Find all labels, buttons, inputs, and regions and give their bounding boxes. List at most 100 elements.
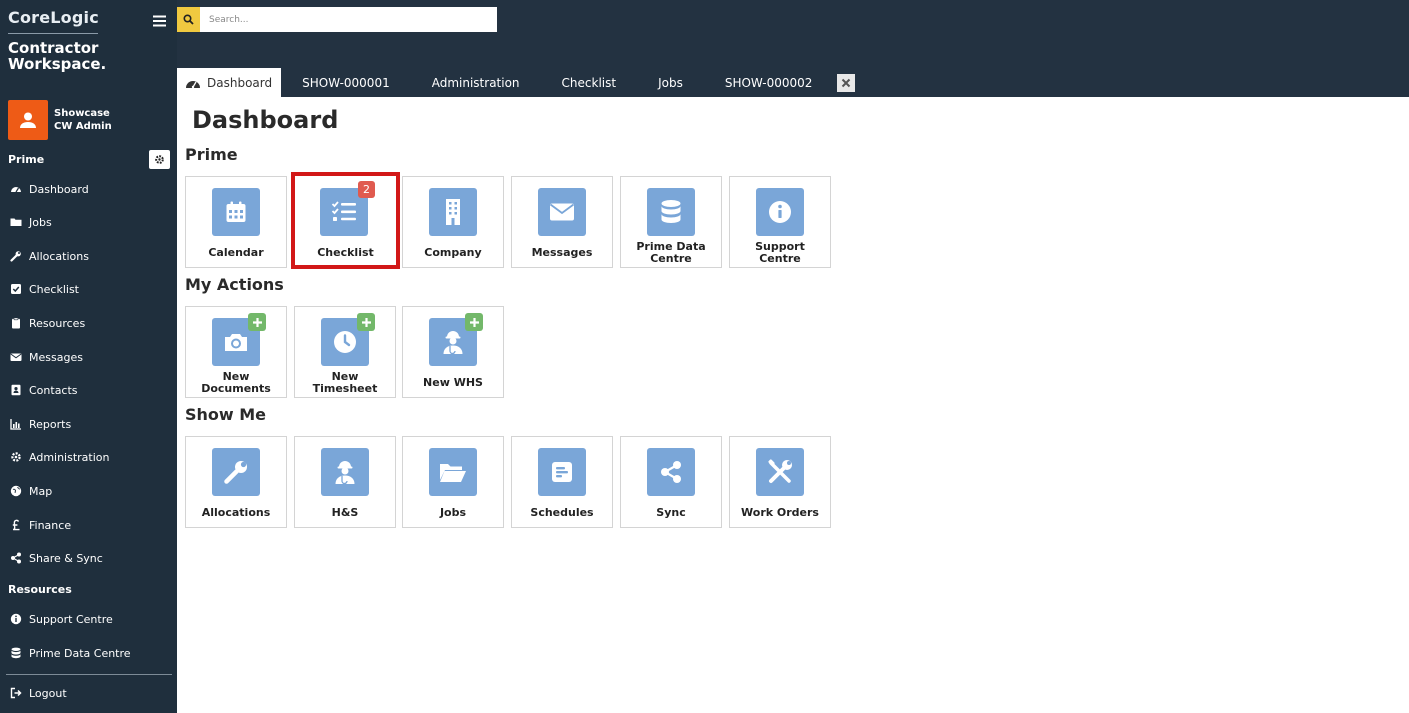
page-title: Dashboard	[192, 106, 339, 134]
search-button[interactable]	[177, 7, 200, 32]
tile-icon-box	[321, 448, 369, 496]
sidebar-item-reports[interactable]: Reports	[10, 416, 71, 432]
gear-icon	[10, 451, 22, 463]
tab-administration[interactable]: Administration	[411, 68, 541, 97]
tab-show-000002[interactable]: SHOW-000002	[704, 68, 834, 97]
tab-label: Administration	[431, 75, 520, 90]
sidebar-item-allocations[interactable]: Allocations	[10, 248, 89, 264]
pound-icon	[10, 519, 22, 531]
brand-product-line1: Contractor	[8, 39, 99, 57]
sidebar-item-administration[interactable]: Administration	[10, 449, 110, 465]
brand-divider	[8, 33, 98, 34]
tab-dashboard[interactable]: Dashboard	[177, 68, 282, 97]
tile-sync[interactable]: Sync	[620, 436, 722, 528]
tile-icon-box	[647, 188, 695, 236]
plus-icon	[361, 317, 371, 327]
sidebar-item-label: Administration	[29, 450, 110, 464]
clock-icon	[334, 331, 356, 353]
checklist-icon	[331, 201, 356, 221]
sidebar-item-support-centre[interactable]: Support Centre	[10, 611, 113, 627]
sidebar-item-label: Support Centre	[29, 612, 113, 626]
wrench-icon	[224, 461, 247, 484]
info-icon	[769, 201, 791, 223]
tile-prime-data-centre[interactable]: Prime Data Centre	[620, 176, 722, 268]
tile-icon-box	[429, 448, 477, 496]
sidebar-item-resources[interactable]: Resources	[10, 315, 85, 331]
sidebar-item-label: Map	[29, 484, 53, 498]
tile-work-orders[interactable]: Work Orders	[729, 436, 831, 528]
sidebar-item-contacts[interactable]: Contacts	[10, 382, 78, 398]
tile-new-timesheet[interactable]: New Timesheet	[294, 306, 396, 398]
tile-icon-box	[647, 448, 695, 496]
search-input[interactable]	[200, 7, 497, 32]
folder-open-icon	[440, 464, 466, 482]
tile-calendar[interactable]: Calendar	[185, 176, 287, 268]
close-icon	[842, 78, 851, 87]
envelope-icon	[10, 351, 22, 363]
tab-show-000001[interactable]: SHOW-000001	[281, 68, 411, 97]
camera-icon	[225, 334, 247, 351]
tile-label: Company	[424, 246, 482, 259]
share-icon	[10, 552, 22, 564]
tile-label: Jobs	[439, 506, 467, 519]
database-icon	[10, 647, 22, 659]
sidebar-item-jobs[interactable]: Jobs	[10, 214, 52, 230]
avatar[interactable]	[8, 100, 48, 140]
notification-badge: 2	[358, 181, 375, 198]
tools-icon	[768, 459, 792, 483]
sidebar-item-map[interactable]: Map	[10, 483, 52, 499]
tab-label: Dashboard	[207, 75, 273, 90]
checkbox-icon	[10, 283, 22, 295]
tile-checklist[interactable]: 2 Checklist	[291, 172, 400, 269]
info-icon	[10, 613, 22, 625]
add-badge	[357, 313, 375, 331]
worker-icon	[443, 331, 463, 355]
tab-label: SHOW-000002	[724, 75, 813, 90]
sidebar-item-messages[interactable]: Messages	[10, 349, 83, 365]
close-tabs-button[interactable]	[837, 73, 856, 92]
sidebar-settings-button[interactable]	[149, 150, 170, 169]
tile-h-and-s[interactable]: H&S	[294, 436, 396, 528]
menu-toggle-button[interactable]	[153, 12, 166, 27]
sidebar-item-dashboard[interactable]: Dashboard	[10, 181, 89, 197]
tile-support-centre[interactable]: Support Centre	[729, 176, 831, 268]
tab-checklist[interactable]: Checklist	[541, 68, 638, 97]
user-name: Showcase	[54, 108, 110, 119]
sidebar-item-checklist[interactable]: Checklist	[10, 281, 79, 297]
tile-allocations[interactable]: Allocations	[185, 436, 287, 528]
logout-link[interactable]: Logout	[10, 685, 67, 701]
sidebar-item-prime-data-centre[interactable]: Prime Data Centre	[10, 645, 131, 661]
tile-schedules[interactable]: Schedules	[511, 436, 613, 528]
user-profile[interactable]: Showcase CW Admin	[8, 100, 112, 140]
worker-icon	[335, 461, 355, 485]
tile-jobs[interactable]: Jobs	[402, 436, 504, 528]
folder-icon	[10, 216, 22, 228]
calendar-icon	[226, 201, 246, 222]
sidebar-item-label: Dashboard	[29, 182, 89, 196]
tab-label: SHOW-000001	[302, 75, 390, 90]
tab-label: Checklist	[561, 75, 617, 90]
sidebar-item-label: Reports	[29, 417, 72, 431]
tile-company[interactable]: Company	[402, 176, 504, 268]
sidebar-item-share-sync[interactable]: Share & Sync	[10, 550, 103, 566]
group-title-show-me: Show Me	[185, 405, 267, 424]
tile-new-whs[interactable]: New WHS	[402, 306, 504, 398]
tile-label: Support Centre	[755, 240, 805, 265]
tile-label: New Documents	[201, 370, 271, 395]
tile-new-documents[interactable]: New Documents	[185, 306, 287, 398]
plus-icon	[252, 317, 262, 327]
group-title-my-actions: My Actions	[185, 275, 284, 294]
logout-icon	[10, 687, 22, 699]
search-bar	[177, 7, 497, 32]
brand-logo[interactable]: CoreLogic Contractor Workspace.	[8, 8, 168, 72]
schedule-icon	[552, 462, 572, 482]
bar-chart-icon	[10, 418, 22, 430]
logout-label: Logout	[29, 686, 67, 700]
sidebar-item-label: Checklist	[29, 282, 79, 296]
tile-messages[interactable]: Messages	[511, 176, 613, 268]
tab-jobs[interactable]: Jobs	[637, 68, 704, 97]
brand-company: CoreLogic	[8, 8, 99, 27]
dashboard-icon	[185, 76, 201, 89]
sidebar-item-finance[interactable]: Finance	[10, 517, 71, 533]
sidebar-item-label: Messages	[29, 350, 83, 364]
